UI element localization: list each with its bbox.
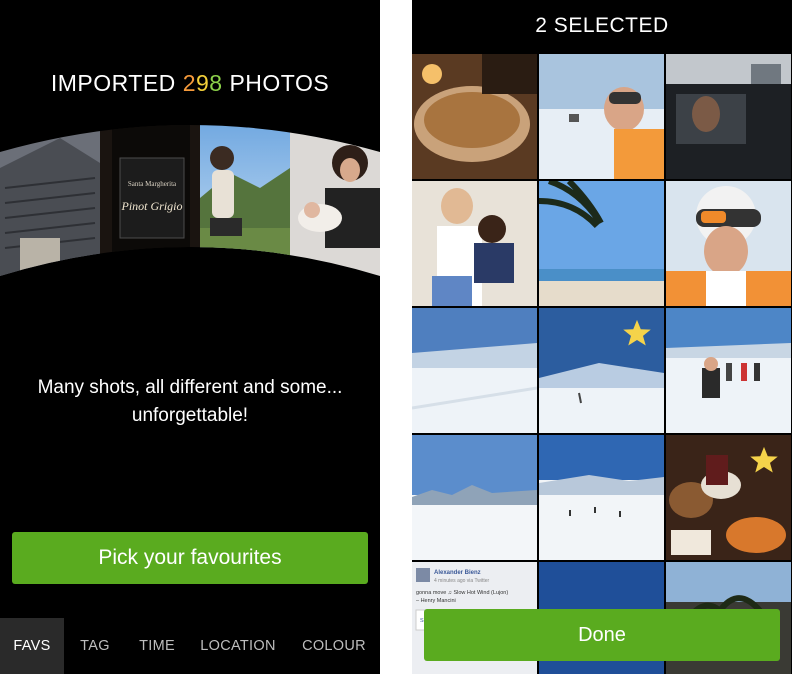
tab-location[interactable]: LOCATION (188, 618, 288, 674)
skier-goggles-photo[interactable] (666, 181, 791, 306)
tab-tag[interactable]: TAG (64, 618, 126, 674)
star-icon (623, 319, 651, 346)
done-button[interactable]: Done (424, 609, 780, 661)
headline-prefix: IMPORTED (50, 70, 176, 96)
rooftops-photo (0, 125, 100, 276)
svg-text:Santa Margherita: Santa Margherita (128, 180, 177, 188)
count-digit: 8 (209, 70, 223, 96)
star-icon (750, 446, 778, 473)
pick-favourites-button[interactable]: Pick your favourites (12, 532, 368, 584)
intro-message: Many shots, all different and some... un… (37, 377, 343, 426)
palm-beach-photo[interactable] (539, 181, 664, 306)
count-digit: 2 (182, 70, 196, 96)
facebook-post-author: Alexander Bienz (434, 570, 481, 576)
facebook-post-text: gonna move ♫ Slow Hot Wind (Lujon) (416, 590, 508, 596)
wine-bottle-photo: Santa Margherita Pinot Grigio (100, 125, 200, 276)
woman-child-photo[interactable] (412, 181, 537, 306)
skiers-group-photo[interactable] (666, 308, 791, 433)
wine-label-text: Pinot Grigio (120, 199, 182, 213)
mother-baby-photo (290, 125, 380, 276)
woman-landscape-photo (200, 125, 290, 276)
ski-selfie-photo[interactable] (539, 54, 664, 179)
intro-screen: IMPORTED 298 PHOTOS Santa Margherita Pin… (0, 0, 380, 674)
selected-count-title: 2 SELECTED (535, 14, 669, 37)
pastry-photo[interactable] (412, 54, 537, 179)
snow-slope-photo[interactable] (412, 308, 537, 433)
car-interior-photo[interactable] (666, 54, 791, 179)
svg-text:– Henry Mancini: – Henry Mancini (416, 598, 456, 604)
tab-time[interactable]: TIME (126, 618, 188, 674)
tab-bar: FAVS TAG TIME LOCATION COLOUR (0, 618, 380, 674)
imported-count-heading: IMPORTED 298 PHOTOS (0, 70, 380, 97)
photo-carousel[interactable]: Santa Margherita Pinot Grigio (0, 118, 380, 283)
tab-favs[interactable]: FAVS (0, 618, 64, 674)
food-table-photo[interactable] (666, 435, 791, 560)
selection-screen: 2 SELECTED Alexander Bienz 4 minutes ago… (412, 0, 792, 674)
headline-suffix: PHOTOS (229, 70, 330, 96)
snow-plain-photo[interactable] (539, 435, 664, 560)
photo-count: 298 (183, 70, 223, 96)
tab-colour[interactable]: COLOUR (288, 618, 380, 674)
svg-text:4 minutes ago via Twitter: 4 minutes ago via Twitter (434, 578, 490, 584)
snow-sky-photo[interactable] (539, 308, 664, 433)
count-digit: 9 (195, 70, 210, 96)
snow-mountains-photo[interactable] (412, 435, 537, 560)
